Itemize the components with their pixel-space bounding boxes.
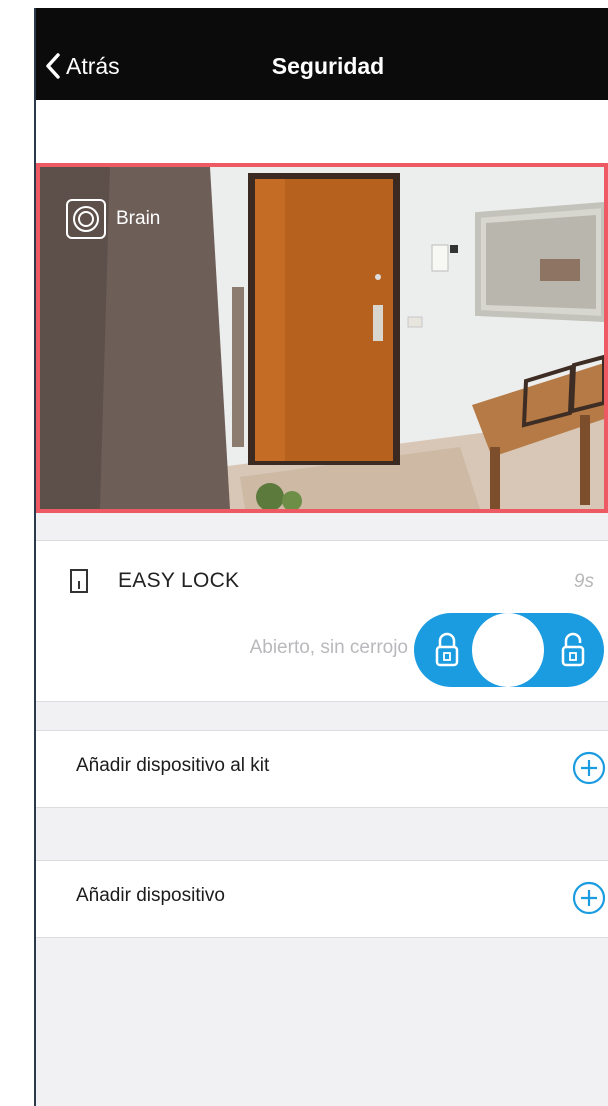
add-device-row[interactable]: Añadir dispositivo <box>36 860 608 938</box>
camera-name: Brain <box>116 208 161 229</box>
plus-circle-icon[interactable] <box>572 881 606 915</box>
page-title: Seguridad <box>271 53 385 79</box>
add-device-label: Añadir dispositivo <box>76 885 225 906</box>
lock-device-card: EASY LOCK 9s Abierto, sin cerrojo <box>36 540 608 702</box>
frame-top <box>34 0 608 8</box>
add-device-to-kit-label: Añadir dispositivo al kit <box>76 755 270 776</box>
lock-last-update: 9s <box>573 571 594 592</box>
plus-circle-icon[interactable] <box>572 751 606 785</box>
door-icon <box>70 569 88 593</box>
outer-frame <box>0 0 34 1106</box>
padlock-closed-icon <box>435 632 459 667</box>
header-spacer <box>36 100 608 164</box>
lock-toggle[interactable] <box>414 613 604 687</box>
lock-name: EASY LOCK <box>118 569 240 592</box>
toggle-knob[interactable] <box>472 613 544 687</box>
padlock-open-icon <box>561 632 585 667</box>
lock-status: Abierto, sin cerrojo <box>249 637 408 658</box>
camera-label: Brain <box>66 199 160 239</box>
camera-preview[interactable]: Brain <box>36 163 608 513</box>
navigation-bar: Atrás Seguridad <box>36 8 608 100</box>
brain-logo-icon <box>66 199 106 239</box>
app-screen: Atrás Seguridad Brain EASY LOCK 9s Abier… <box>36 8 608 1106</box>
add-device-to-kit-row[interactable]: Añadir dispositivo al kit <box>36 730 608 808</box>
